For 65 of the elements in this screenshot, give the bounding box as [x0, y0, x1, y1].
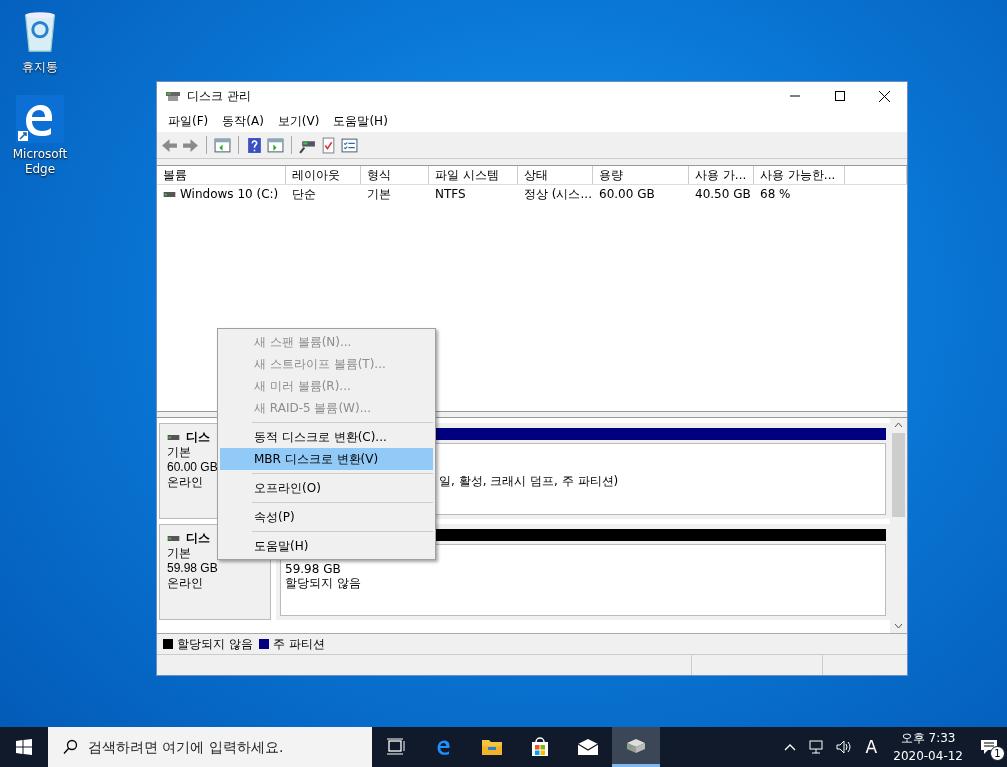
edge-icon[interactable] [16, 95, 64, 143]
scroll-down-icon[interactable] [894, 623, 903, 629]
checklist-icon[interactable] [320, 136, 337, 154]
maximize-icon [834, 91, 845, 101]
legend-label: 할당되지 않음 [177, 635, 253, 653]
column-header[interactable]: 레이아웃 [286, 166, 361, 184]
help-icon[interactable] [246, 136, 263, 154]
task-view-icon [386, 738, 406, 756]
menu-item[interactable]: 보기(V) [270, 112, 327, 130]
panel-icon[interactable] [214, 136, 231, 154]
column-header[interactable]: 상태 [518, 166, 593, 184]
chevron-up-icon[interactable] [783, 743, 796, 751]
shopping-bag-icon [530, 737, 550, 757]
table-cell: 40.50 GB [695, 187, 751, 201]
menu-item[interactable]: 파일(F) [161, 112, 216, 130]
search-icon [62, 739, 78, 755]
input-indicator[interactable]: A [865, 737, 878, 757]
desktop-icon-label[interactable]: 휴지통 [5, 60, 75, 75]
taskbar-app-button[interactable] [612, 727, 660, 767]
column-header[interactable]: 사용 가능한... [754, 166, 845, 184]
partition-info: 할당되지 않음 [285, 576, 362, 590]
menu-item[interactable]: 도움말(H) [326, 112, 395, 130]
windows-logo-icon [16, 739, 32, 755]
legend-label: 주 파티션 [272, 635, 325, 653]
scroll-up-icon[interactable] [894, 422, 903, 428]
scroll-thumb[interactable] [892, 433, 905, 517]
scrollbar[interactable] [890, 418, 907, 633]
partition-info: 일, 활성, 크래시 덤프, 주 파티션) [439, 474, 620, 488]
column-header[interactable]: 파일 시스템 [429, 166, 518, 184]
drive-icon [167, 536, 180, 541]
table-cell: 정상 (시스... [524, 185, 592, 203]
search-field[interactable]: 검색하려면 여기에 입력하세요. [48, 727, 372, 767]
drive-icon [167, 435, 180, 440]
disk-size: 59.98 GB [167, 561, 219, 576]
table-cell: NTFS [435, 187, 466, 201]
clock[interactable]: 오후 7:33 2020-04-12 [893, 729, 963, 765]
column-header[interactable]: 사용 가... [689, 166, 754, 184]
disk-name: 디스 [186, 430, 210, 445]
properties-icon[interactable] [341, 136, 358, 154]
table-cell: 단순 [292, 185, 316, 203]
speaker-icon[interactable] [835, 739, 852, 755]
back-arrow-icon[interactable] [161, 136, 178, 154]
window-title: 디스크 관리 [187, 87, 251, 105]
context-menu-item[interactable]: MBR 디스크로 변환(V) [220, 448, 433, 470]
table-cell: 68 % [760, 187, 791, 201]
partition-info: 59.98 GB [285, 562, 342, 576]
column-header[interactable]: 용량 [593, 166, 689, 184]
folder-icon [481, 738, 503, 756]
network-icon[interactable] [807, 739, 824, 755]
table-cell: Windows 10 (C:) [180, 187, 279, 201]
notification-badge: 1 [990, 746, 1005, 761]
drive-icon [163, 191, 176, 197]
menu-item[interactable]: 동작(A) [215, 112, 271, 130]
column-header[interactable]: 볼륨 [157, 166, 286, 184]
column-header[interactable]: 형식 [361, 166, 429, 184]
disk-drive-icon [625, 736, 647, 755]
table-cell: 60.00 GB [599, 187, 655, 201]
close-icon [879, 90, 890, 102]
disk-size: 60.00 GB [167, 460, 219, 475]
envelope-icon [577, 739, 599, 755]
disk-status: 온라인 [167, 576, 204, 591]
disk-name: 디스 [186, 531, 210, 546]
table-cell: 기본 [367, 185, 391, 203]
desktop-icon-label[interactable]: Microsoft Edge [5, 147, 75, 177]
panel-icon[interactable] [267, 136, 284, 154]
